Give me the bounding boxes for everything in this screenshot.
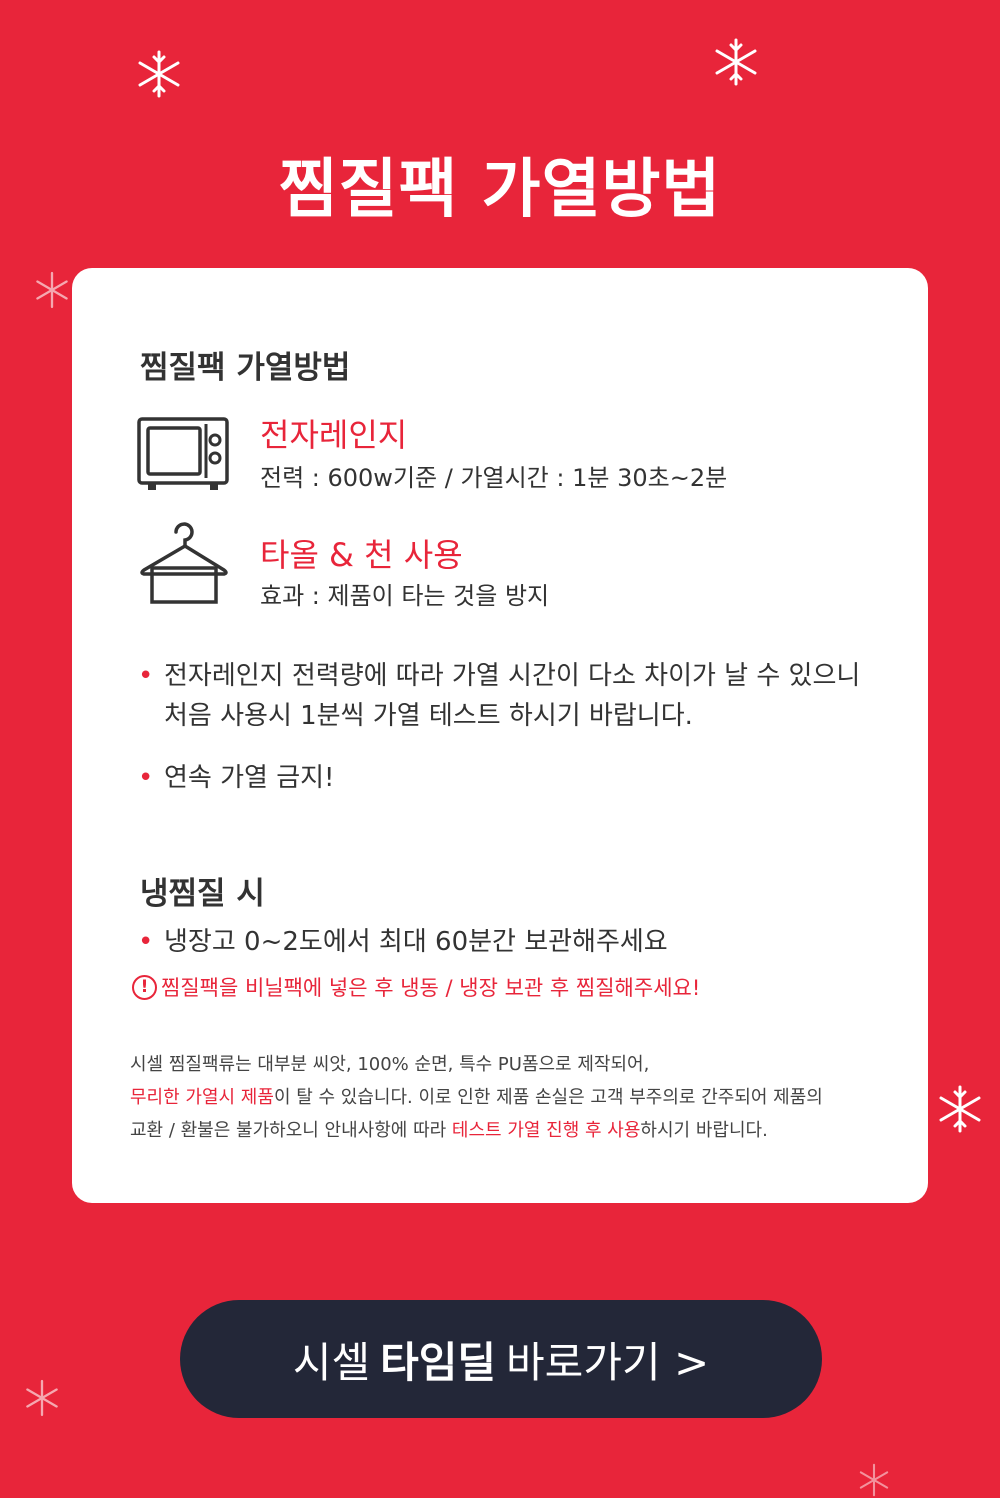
timedeal-shortcut-button[interactable]: 시셀 타임딜 바로가기 > xyxy=(180,1300,822,1418)
exclamation-icon: ! xyxy=(132,974,157,1000)
instruction-card: 찜질팩 가열방법 전자레인지 전력 : 600w기준 / 가열시간 : 1분 3… xyxy=(72,268,928,1203)
bullet-dot: • xyxy=(138,927,154,957)
section-title-heating: 찜질팩 가열방법 xyxy=(140,350,351,386)
towel-hanger-icon xyxy=(140,522,228,604)
warning-note: ! 찜질팩을 비닐팩에 넣은 후 냉동 / 냉장 보관 후 찜질해주세요! xyxy=(132,972,700,1002)
bullet-item: • 연속 가열 금지! xyxy=(138,758,334,798)
snowflake-icon xyxy=(939,1085,981,1133)
microwave-icon xyxy=(137,417,229,490)
bullet-item: • 전자레인지 전력량에 따라 가열 시간이 다소 차이가 날 수 있으니 처음 … xyxy=(138,656,860,736)
snowflake-icon xyxy=(36,271,68,309)
bullet-dot: • xyxy=(138,763,154,793)
snowflake-icon xyxy=(26,1379,58,1417)
bullet-dot: • xyxy=(138,661,154,691)
bullet-item: • 냉장고 0~2도에서 최대 60분간 보관해주세요 xyxy=(138,922,668,962)
snowflake-icon xyxy=(138,50,180,98)
snowflake-icon xyxy=(715,38,757,86)
method-desc-towel: 효과 : 제품이 타는 것을 방지 xyxy=(260,582,550,610)
section-title-cold: 냉찜질 시 xyxy=(140,876,265,912)
notice-text: 시셀 찜질팩류는 대부분 씨앗, 100% 순면, 특수 PU폼으로 제작되어,… xyxy=(130,1054,823,1141)
method-desc-microwave: 전력 : 600w기준 / 가열시간 : 1분 30초~2분 xyxy=(260,464,728,492)
method-title-microwave: 전자레인지 xyxy=(260,416,408,454)
method-title-towel: 타올 & 천 사용 xyxy=(260,536,463,574)
page-title: 찜질팩 가열방법 xyxy=(278,153,722,227)
snowflake-icon xyxy=(859,1463,889,1497)
